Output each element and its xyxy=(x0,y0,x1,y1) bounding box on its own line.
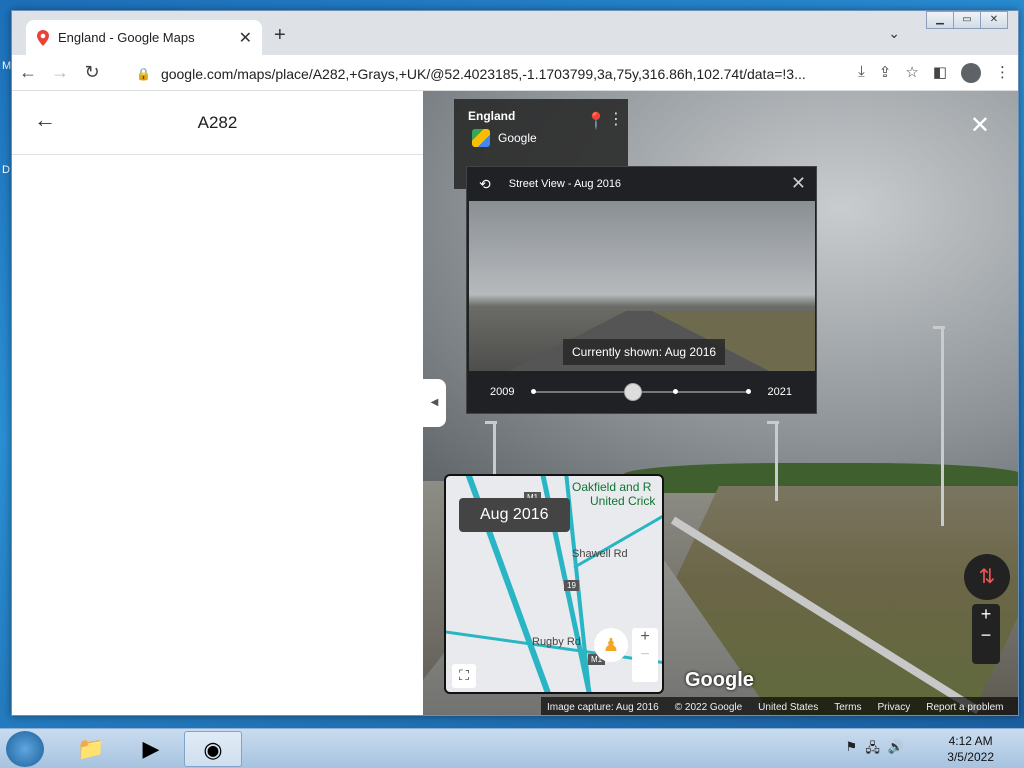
lamp-post xyxy=(767,421,779,501)
tab-google-maps[interactable]: England - Google Maps ✕ xyxy=(26,20,262,55)
star-icon[interactable]: ☆ xyxy=(905,63,918,83)
minimap-zoom: + − xyxy=(632,628,658,682)
network-icon[interactable]: 🖧 xyxy=(865,739,880,761)
back-icon[interactable]: ← xyxy=(12,62,44,83)
action-center-icon[interactable]: ⚑ xyxy=(846,739,858,761)
close-icon[interactable]: ✕ xyxy=(791,173,806,194)
privacy-link[interactable]: Privacy xyxy=(877,702,910,713)
map-road-label: Rugby Rd xyxy=(532,636,581,648)
maximize-button[interactable]: ▭ xyxy=(953,11,981,29)
forward-icon[interactable]: → xyxy=(44,62,76,83)
time-machine-panel: ⟲ Street View - Aug 2016 ✕ Currently sho… xyxy=(466,166,817,414)
zoom-out-button[interactable]: − xyxy=(972,625,1000,646)
close-window-button[interactable]: ✕ xyxy=(980,11,1008,29)
zoom-in-button[interactable]: + xyxy=(972,604,1000,625)
junction-shield: 19 xyxy=(564,580,579,591)
desktop-icon-fragment: M xyxy=(2,60,12,72)
close-icon[interactable]: ✕ xyxy=(239,28,252,48)
explorer-taskbar-icon[interactable]: 📁 xyxy=(62,731,120,767)
browser-toolbar: ← → ↻ 🔒 google.com/maps/place/A282,+Gray… xyxy=(12,55,1018,91)
minimize-button[interactable]: ▁ xyxy=(926,11,954,29)
tab-title: England - Google Maps xyxy=(58,30,195,45)
map-footer: Image capture: Aug 2016 © 2022 Google Un… xyxy=(541,697,1018,715)
zoom-in-button[interactable]: + xyxy=(632,628,658,646)
street-view[interactable]: ✕ England Google 📍 ⋮ ⟲ Street View - Aug… xyxy=(423,91,1018,715)
kebab-icon[interactable]: ⋮ xyxy=(608,109,624,129)
current-date-caption: Currently shown: Aug 2016 xyxy=(563,339,726,365)
zoom-out-button[interactable]: − xyxy=(632,646,658,664)
zoom-controls: + − xyxy=(972,604,1000,664)
time-machine-title: Street View - Aug 2016 xyxy=(508,178,622,190)
copyright: © 2022 Google xyxy=(674,701,743,713)
kebab-icon[interactable]: ⋮ xyxy=(995,63,1010,83)
place-panel: ← A282 xyxy=(12,91,423,715)
taskbar: 📁 ▶ ◉ ⚑ 🖧 🔊 4:12 AM 3/5/2022 xyxy=(0,728,1024,768)
browser-window: England - Google Maps ✕ + ⌄ ▁ ▭ ✕ ← → ↻ … xyxy=(11,10,1019,716)
clock-time: 4:12 AM xyxy=(948,734,993,748)
terms-link[interactable]: Terms xyxy=(834,702,861,713)
minimap-date-badge: Aug 2016 xyxy=(459,498,570,532)
media-player-taskbar-icon[interactable]: ▶ xyxy=(122,731,180,767)
map-label: United Crick xyxy=(590,494,656,508)
slider-start-year: 2009 xyxy=(490,386,515,398)
date-slider: 2009 2021 xyxy=(467,371,816,415)
collapse-panel-button[interactable]: ◀ xyxy=(423,379,446,427)
location-name: England xyxy=(468,109,516,123)
history-icon[interactable]: ⟲ xyxy=(479,176,491,193)
chrome-taskbar-icon[interactable]: ◉ xyxy=(184,731,242,767)
share-icon[interactable]: ⇪ xyxy=(879,63,892,83)
image-capture-date: Image capture: Aug 2016 xyxy=(547,701,659,713)
map-road-label: Shawell Rd xyxy=(572,548,628,560)
slider-stop[interactable] xyxy=(746,389,751,394)
close-icon[interactable]: ✕ xyxy=(970,111,990,140)
tab-strip: England - Google Maps ✕ + ⌄ ▁ ▭ ✕ xyxy=(12,11,1018,55)
google-logo: Google xyxy=(685,669,754,691)
url-text: google.com/maps/place/A282,+Grays,+UK/@5… xyxy=(160,65,806,82)
compass-icon[interactable]: ⇅ xyxy=(964,554,1010,600)
sidebar-icon[interactable]: ◧ xyxy=(933,63,947,83)
fullscreen-icon[interactable]: ⛶ xyxy=(452,664,476,688)
slider-thumb[interactable] xyxy=(624,383,642,401)
slider-track[interactable] xyxy=(531,383,751,401)
system-tray: ⚑ 🖧 🔊 xyxy=(846,739,904,761)
desktop-icon-fragment: D xyxy=(2,164,10,176)
lock-icon[interactable]: 🔒 xyxy=(136,67,151,81)
slider-end-year: 2021 xyxy=(767,386,792,398)
place-title: A282 xyxy=(197,113,238,132)
slider-stop[interactable] xyxy=(673,389,678,394)
clock-date: 3/5/2022 xyxy=(947,750,994,764)
time-machine-header: ⟲ Street View - Aug 2016 ✕ xyxy=(467,167,816,201)
maps-logo-icon xyxy=(472,129,490,147)
chevron-down-icon[interactable]: ⌄ xyxy=(888,25,900,42)
address-bar[interactable]: 🔒 google.com/maps/place/A282,+Grays,+UK/… xyxy=(130,60,810,87)
install-icon[interactable]: ⤓ xyxy=(858,63,865,83)
profile-icon[interactable] xyxy=(961,63,981,83)
clock[interactable]: 4:12 AM 3/5/2022 xyxy=(947,733,994,765)
place-header: ← A282 xyxy=(12,91,423,155)
pegman-icon[interactable]: ♟ xyxy=(594,628,628,662)
window-controls: ▁ ▭ ✕ xyxy=(926,11,1008,29)
time-machine-preview[interactable]: Currently shown: Aug 2016 xyxy=(469,201,815,371)
toolbar-icons: ⤓ ⇪ ☆ ◧ ⋮ xyxy=(858,63,1010,83)
start-button[interactable] xyxy=(6,731,44,767)
plus-icon[interactable]: + xyxy=(274,24,286,47)
report-link[interactable]: Report a problem xyxy=(926,702,1003,713)
mini-map[interactable]: Oakfield and R United Crick Shawell Rd R… xyxy=(444,474,664,694)
reload-icon[interactable]: ↻ xyxy=(76,62,108,83)
slider-stop[interactable] xyxy=(531,389,536,394)
volume-icon[interactable]: 🔊 xyxy=(888,739,904,761)
country-link[interactable]: United States xyxy=(758,702,818,713)
imagery-source: Google xyxy=(498,131,537,145)
maps-favicon xyxy=(37,29,49,46)
pin-icon[interactable]: 📍 xyxy=(586,111,606,131)
map-label: Oakfield and R xyxy=(572,480,652,494)
lamp-post xyxy=(933,326,945,526)
